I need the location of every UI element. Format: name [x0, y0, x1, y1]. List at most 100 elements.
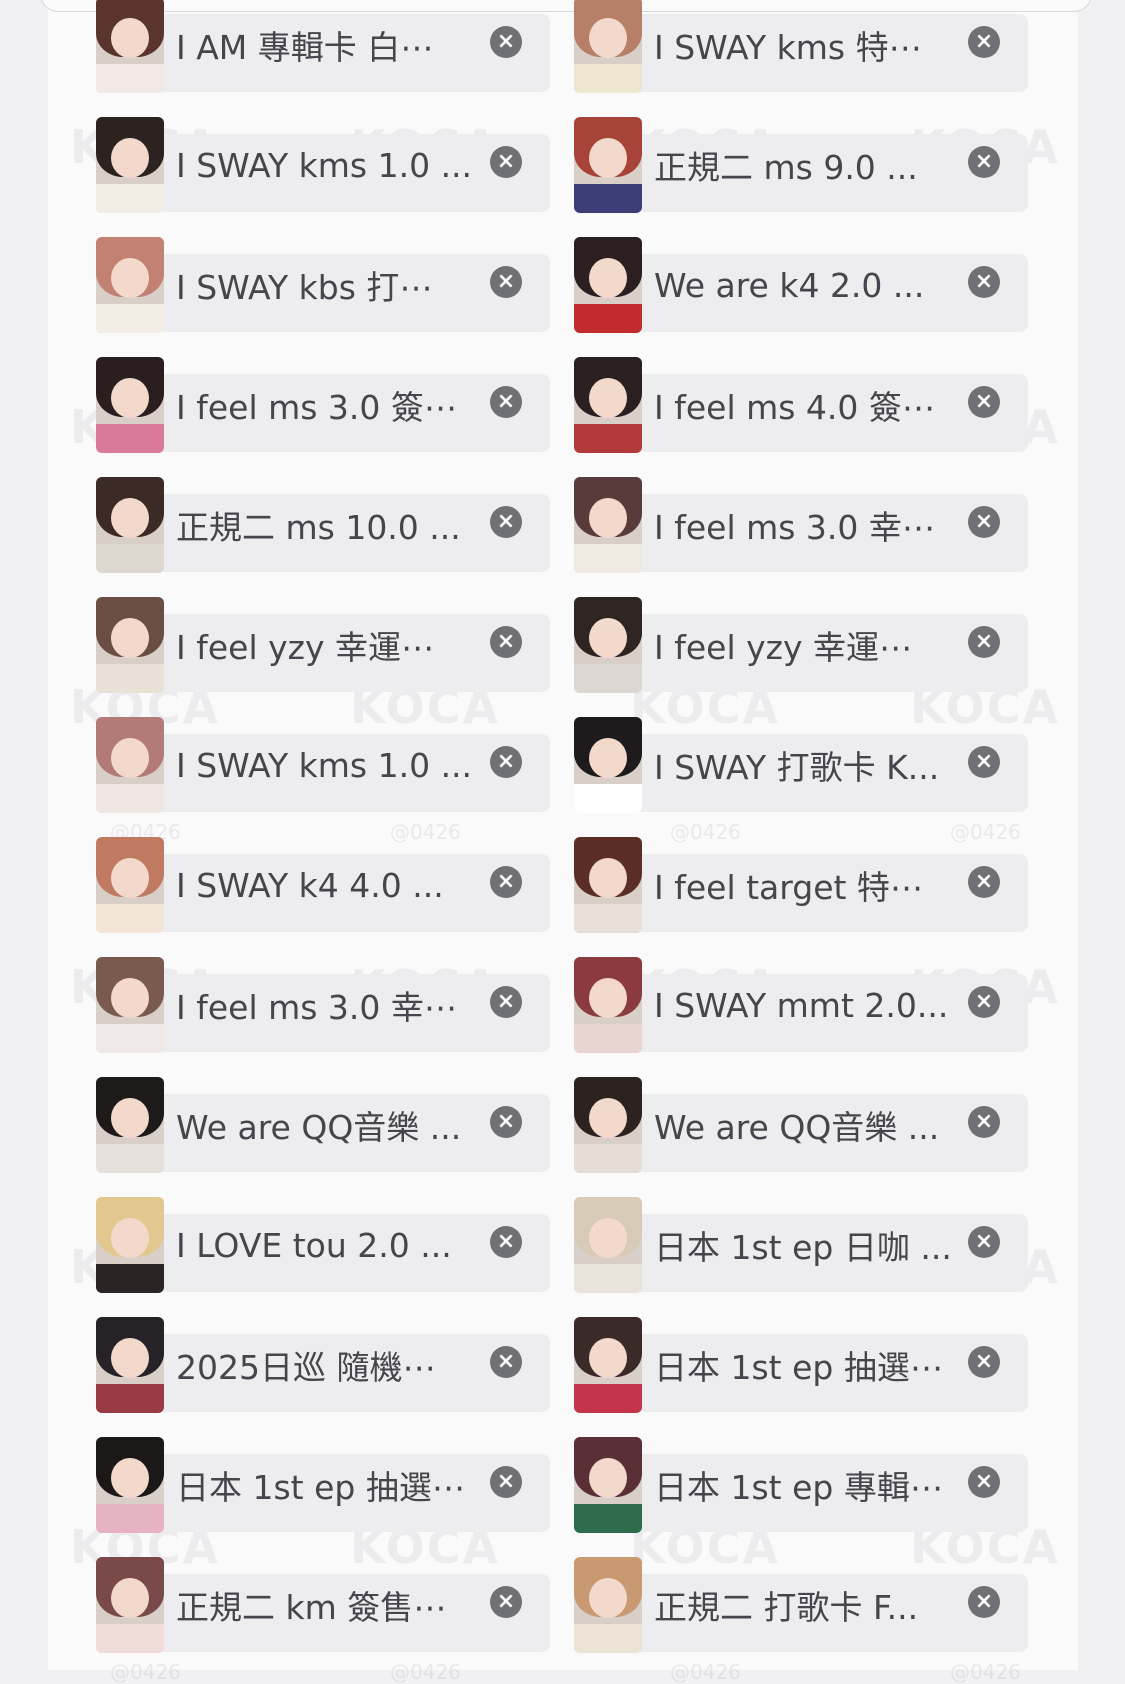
close-icon[interactable]: ×	[968, 266, 1000, 298]
close-icon[interactable]: ×	[968, 626, 1000, 658]
selected-item-chip[interactable]: We are QQ音樂 ... ×	[574, 1077, 1028, 1173]
close-icon[interactable]: ×	[968, 146, 1000, 178]
close-icon[interactable]: ×	[490, 26, 522, 58]
selected-item-chip[interactable]: I feel ms 3.0 幸⋯ ×	[96, 957, 550, 1053]
close-icon[interactable]: ×	[968, 746, 1000, 778]
selected-item-chip[interactable]: 日本 1st ep 日咖 ... ×	[574, 1197, 1028, 1293]
close-icon[interactable]: ×	[490, 626, 522, 658]
selected-item-chip[interactable]: 正規二 km 簽售⋯ ×	[96, 1557, 550, 1653]
thumbnail-clothing	[96, 784, 164, 813]
close-icon[interactable]: ×	[490, 1226, 522, 1258]
thumbnail-clothing	[96, 544, 164, 573]
item-label: We are QQ音樂 ...	[176, 1108, 462, 1147]
photocard-thumbnail	[574, 597, 642, 693]
thumbnail-clothing	[574, 184, 642, 213]
thumbnail-clothing	[574, 1024, 642, 1053]
selected-item-chip[interactable]: I AM 專輯卡 白⋯ ×	[96, 0, 550, 93]
selected-item-chip[interactable]: I feel target 特⋯ ×	[574, 837, 1028, 933]
selected-item-chip[interactable]: I LOVE tou 2.0 ... ×	[96, 1197, 550, 1293]
item-label: 正規二 打歌卡 F...	[654, 1588, 919, 1627]
item-label: 日本 1st ep 抽選⋯	[654, 1348, 943, 1387]
selected-item-chip[interactable]: I SWAY kbs 打⋯ ×	[96, 237, 550, 333]
photocard-thumbnail	[574, 237, 642, 333]
selected-item-chip[interactable]: I SWAY kms 1.0 ... ×	[96, 117, 550, 213]
close-icon[interactable]: ×	[968, 1226, 1000, 1258]
selected-item-chip[interactable]: 日本 1st ep 專輯⋯ ×	[574, 1437, 1028, 1533]
item-label: 日本 1st ep 抽選⋯	[176, 1468, 465, 1507]
thumbnail-clothing	[574, 424, 642, 453]
close-icon[interactable]: ×	[968, 986, 1000, 1018]
close-icon[interactable]: ×	[490, 1106, 522, 1138]
selected-item-chip[interactable]: I SWAY kms 特⋯ ×	[574, 0, 1028, 93]
photocard-thumbnail	[574, 1197, 642, 1293]
item-label: I SWAY kms 特⋯	[654, 28, 922, 67]
selected-item-chip[interactable]: I feel yzy 幸運⋯ ×	[574, 597, 1028, 693]
item-label: I SWAY kms 1.0 ...	[176, 745, 473, 785]
close-icon[interactable]: ×	[968, 506, 1000, 538]
photocard-thumbnail	[574, 1317, 642, 1413]
photocard-thumbnail	[574, 477, 642, 573]
close-icon[interactable]: ×	[490, 1586, 522, 1618]
selected-item-chip[interactable]: I SWAY k4 4.0 ... ×	[96, 837, 550, 933]
close-icon[interactable]: ×	[490, 506, 522, 538]
thumbnail-clothing	[96, 1264, 164, 1293]
photocard-thumbnail	[96, 837, 164, 933]
selected-item-chip[interactable]: 日本 1st ep 抽選⋯ ×	[574, 1317, 1028, 1413]
close-icon[interactable]: ×	[968, 386, 1000, 418]
selected-item-chip[interactable]: I SWAY 打歌卡 K... ×	[574, 717, 1028, 813]
selected-item-chip[interactable]: We are QQ音樂 ... ×	[96, 1077, 550, 1173]
photocard-thumbnail	[574, 117, 642, 213]
close-icon[interactable]: ×	[968, 866, 1000, 898]
close-icon[interactable]: ×	[490, 386, 522, 418]
close-icon[interactable]: ×	[968, 1106, 1000, 1138]
photocard-thumbnail	[96, 237, 164, 333]
close-icon[interactable]: ×	[490, 266, 522, 298]
item-label: I feel target 特⋯	[654, 868, 923, 907]
close-icon[interactable]: ×	[490, 1466, 522, 1498]
selected-item-chip[interactable]: 2025日巡 隨機⋯ ×	[96, 1317, 550, 1413]
close-icon[interactable]: ×	[490, 146, 522, 178]
item-label: 日本 1st ep 日咖 ...	[654, 1228, 952, 1267]
thumbnail-clothing	[574, 304, 642, 333]
thumbnail-clothing	[96, 904, 164, 933]
photocard-thumbnail	[96, 1077, 164, 1173]
thumbnail-clothing	[96, 1504, 164, 1533]
item-label: 正規二 ms 10.0 ...	[176, 508, 461, 547]
close-icon[interactable]: ×	[490, 866, 522, 898]
photocard-thumbnail	[96, 117, 164, 213]
selected-item-chip[interactable]: We are k4 2.0 ... ×	[574, 237, 1028, 333]
selected-item-chip[interactable]: I SWAY mmt 2.0... ×	[574, 957, 1028, 1053]
thumbnail-clothing	[574, 1504, 642, 1533]
photocard-thumbnail	[574, 0, 642, 93]
close-icon[interactable]: ×	[968, 1466, 1000, 1498]
close-icon[interactable]: ×	[968, 26, 1000, 58]
selected-item-chip[interactable]: I feel yzy 幸運⋯ ×	[96, 597, 550, 693]
close-icon[interactable]: ×	[968, 1346, 1000, 1378]
thumbnail-clothing	[574, 904, 642, 933]
selected-item-chip[interactable]: 正規二 ms 9.0 ... ×	[574, 117, 1028, 213]
close-icon[interactable]: ×	[968, 1586, 1000, 1618]
selected-item-chip[interactable]: 正規二 ms 10.0 ... ×	[96, 477, 550, 573]
close-icon[interactable]: ×	[490, 1346, 522, 1378]
photocard-thumbnail	[96, 717, 164, 813]
item-label: 正規二 km 簽售⋯	[176, 1588, 447, 1627]
selected-item-chip[interactable]: 日本 1st ep 抽選⋯ ×	[96, 1437, 550, 1533]
photocard-thumbnail	[574, 1077, 642, 1173]
item-label: We are QQ音樂 ...	[654, 1108, 940, 1147]
thumbnail-clothing	[574, 64, 642, 93]
photocard-thumbnail	[96, 1557, 164, 1653]
selected-item-chip[interactable]: I SWAY kms 1.0 ... ×	[96, 717, 550, 813]
selected-item-chip[interactable]: I feel ms 4.0 簽⋯ ×	[574, 357, 1028, 453]
item-label: 日本 1st ep 專輯⋯	[654, 1468, 943, 1507]
close-icon[interactable]: ×	[490, 986, 522, 1018]
thumbnail-clothing	[96, 1144, 164, 1173]
close-icon[interactable]: ×	[490, 746, 522, 778]
item-label: I feel ms 3.0 幸⋯	[654, 508, 935, 547]
selected-item-chip[interactable]: I feel ms 3.0 幸⋯ ×	[574, 477, 1028, 573]
thumbnail-clothing	[96, 64, 164, 93]
item-label: I SWAY kms 1.0 ...	[176, 145, 473, 185]
selected-item-chip[interactable]: 正規二 打歌卡 F... ×	[574, 1557, 1028, 1653]
thumbnail-clothing	[574, 1144, 642, 1173]
selected-item-chip[interactable]: I feel ms 3.0 簽⋯ ×	[96, 357, 550, 453]
thumbnail-clothing	[574, 1624, 642, 1653]
